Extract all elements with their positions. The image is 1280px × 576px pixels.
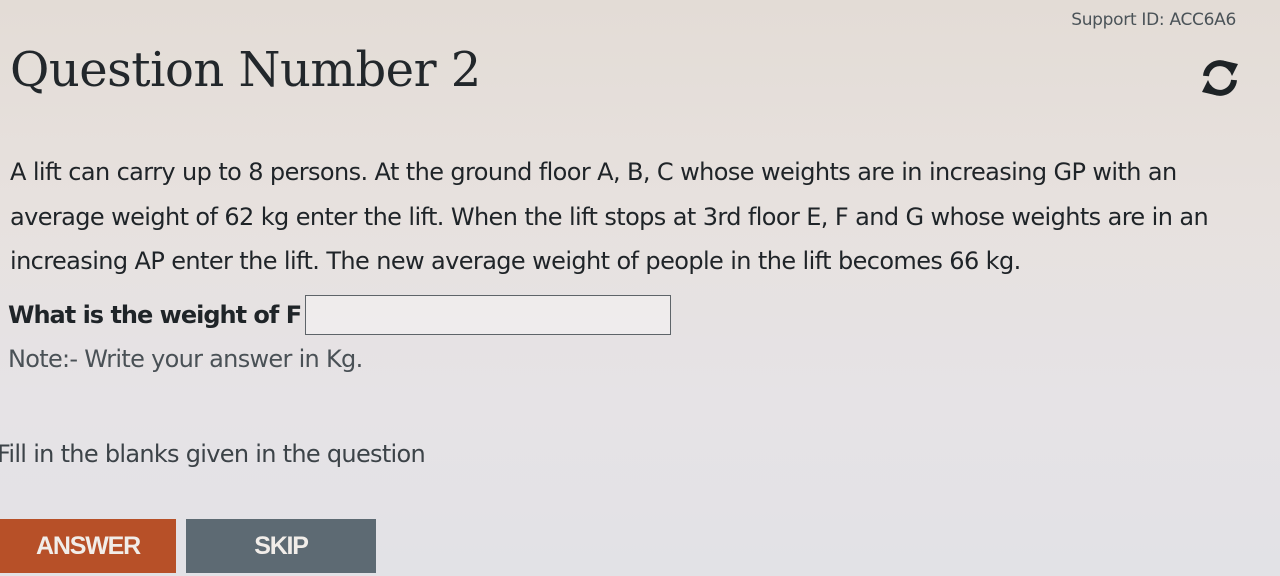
answer-input[interactable] <box>305 295 672 335</box>
page-title: Question Number 2 <box>10 42 481 98</box>
answer-note: Note:- Write your answer in Kg. <box>8 345 363 373</box>
question-prompt: What is the weight of F <box>8 301 302 329</box>
answer-button[interactable]: ANSWER <box>0 519 176 573</box>
skip-button[interactable]: SKIP <box>186 519 376 573</box>
question-text: A lift can carry up to 8 persons. At the… <box>10 158 1209 275</box>
instruction-text: Fill in the blanks given in the question <box>0 440 426 468</box>
refresh-icon <box>1202 60 1238 96</box>
refresh-button[interactable] <box>1198 56 1242 100</box>
support-id: Support ID: ACC6A6 <box>1071 10 1236 30</box>
answer-row: What is the weight of F <box>8 295 672 335</box>
